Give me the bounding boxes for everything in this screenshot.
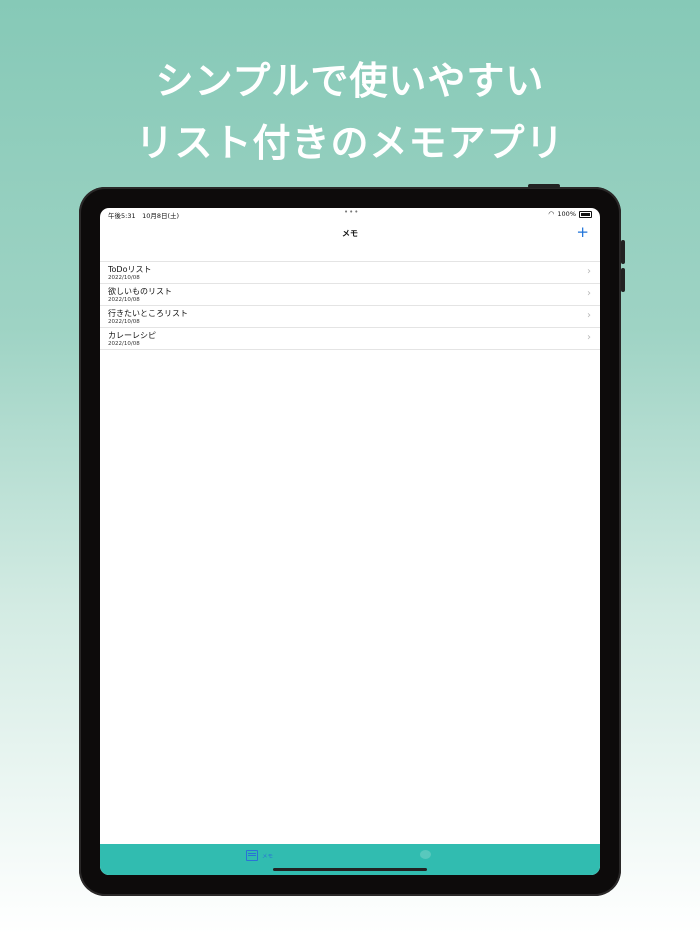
memo-title: カレーレシピ	[108, 331, 156, 340]
memo-title: 行きたいところリスト	[108, 309, 188, 318]
list-item[interactable]: カレーレシピ 2022/10/08 ›	[100, 328, 600, 350]
add-memo-button[interactable]: +	[576, 224, 589, 240]
status-bar: 午後5:31 10月8日(土) ••• ◠ 100%	[100, 208, 600, 222]
app-screen: 午後5:31 10月8日(土) ••• ◠ 100% メモ + ToDoリスト …	[100, 208, 600, 875]
list-item[interactable]: 行きたいところリスト 2022/10/08 ›	[100, 306, 600, 328]
chevron-right-icon: ›	[587, 332, 591, 343]
list-item[interactable]: 欲しいものリスト 2022/10/08 ›	[100, 284, 600, 306]
page-title: メモ	[342, 229, 358, 238]
memo-title: 欲しいものリスト	[108, 287, 172, 296]
chevron-right-icon: ›	[587, 266, 591, 277]
chevron-right-icon: ›	[587, 288, 591, 299]
headline-line-1: シンプルで使いやすい	[155, 59, 545, 103]
top-button	[528, 184, 560, 188]
status-right: ◠ 100%	[548, 210, 592, 218]
navigation-bar: メモ +	[100, 222, 600, 252]
memo-title: ToDoリスト	[108, 265, 152, 274]
headline-line-2: リスト付きのメモアプリ	[135, 121, 565, 165]
memo-date: 2022/10/08	[108, 275, 140, 281]
tab-chat[interactable]	[420, 850, 435, 859]
home-indicator	[273, 868, 427, 871]
list-item[interactable]: ToDoリスト 2022/10/08 ›	[100, 262, 600, 284]
chat-icon	[420, 850, 431, 859]
volume-up-button	[621, 240, 625, 264]
memo-list: ToDoリスト 2022/10/08 › 欲しいものリスト 2022/10/08…	[100, 261, 600, 350]
chevron-right-icon: ›	[587, 310, 591, 321]
multitask-dots-icon[interactable]: •••	[344, 208, 359, 216]
wifi-icon: ◠	[548, 210, 555, 218]
memo-date: 2022/10/08	[108, 341, 140, 347]
battery-percent: 100%	[557, 210, 576, 218]
volume-down-button	[621, 268, 625, 292]
memo-date: 2022/10/08	[108, 297, 140, 303]
tab-memo-label: メモ	[262, 853, 274, 860]
battery-icon	[579, 210, 592, 218]
tab-memo[interactable]: メモ	[246, 850, 273, 861]
memo-date: 2022/10/08	[108, 319, 140, 325]
memo-icon	[246, 850, 258, 861]
status-time: 午後5:31 10月8日(土)	[108, 212, 180, 220]
